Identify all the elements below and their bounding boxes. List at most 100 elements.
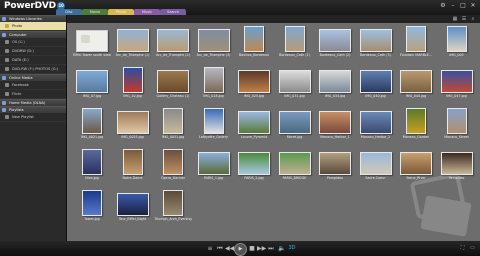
photo-item[interactable]: PARIS_BRIDGE — [275, 149, 315, 185]
photo-thumbnail[interactable] — [113, 67, 153, 93]
rewind-icon[interactable]: ◀◀ — [225, 243, 234, 254]
sidebar-item[interactable]: Facebook — [0, 81, 66, 90]
volume-icon[interactable]: 🔈 — [278, 243, 286, 254]
photo-thumbnail[interactable] — [234, 149, 274, 175]
photo-thumbnail[interactable] — [396, 26, 436, 52]
photo-thumbnail[interactable] — [113, 26, 153, 52]
settings-icon[interactable]: ⚙ — [439, 2, 447, 10]
thumbnail-view-icon[interactable]: ▦ — [452, 16, 458, 22]
photo-thumbnail[interactable] — [275, 26, 315, 52]
photo-item[interactable]: Monaco_Garden — [396, 108, 436, 144]
photo-thumbnail[interactable] — [113, 108, 153, 134]
photo-item[interactable]: Opera_Garnier — [153, 149, 193, 185]
photo-thumbnail[interactable] — [194, 67, 234, 93]
sidebar-item[interactable]: OS (C:) — [0, 38, 66, 47]
photo-item[interactable]: Monaco_Harbor_1 — [315, 108, 355, 144]
photo-item[interactable]: Bordeaux_Cath (1) — [275, 26, 315, 62]
photo-item[interactable]: Lafayette_Gallery — [194, 108, 234, 144]
photo-item[interactable]: Bordeaux_Cath (2) — [315, 26, 355, 62]
photo-thumbnail[interactable] — [437, 108, 477, 134]
photo-item[interactable]: IMG_044.jpg — [396, 67, 436, 103]
photo-thumbnail[interactable] — [275, 108, 315, 134]
photo-item[interactable]: PARIS_2.jpg — [234, 149, 274, 185]
photo-thumbnail[interactable] — [153, 26, 193, 52]
fullscreen-icon[interactable]: ⛶ — [459, 245, 466, 252]
list-view-icon[interactable]: ☰ — [461, 16, 467, 22]
sidebar-item[interactable]: Flickr — [0, 90, 66, 99]
sidebar-item[interactable]: New Playlist — [0, 113, 66, 122]
forward-icon[interactable]: ▶▶ — [257, 243, 266, 254]
photo-thumbnail[interactable] — [315, 67, 355, 93]
close-icon[interactable]: ✕ — [469, 2, 477, 10]
photo-item[interactable]: Pompidou — [315, 149, 355, 185]
photo-thumbnail[interactable] — [315, 26, 355, 52]
photo-item[interactable]: IMG_031.jpg — [275, 67, 315, 103]
stop-icon[interactable]: ■ — [248, 243, 256, 254]
photo-thumbnail[interactable] — [113, 190, 153, 216]
sidebar-item[interactable]: DATA (E:) — [0, 56, 66, 65]
photo-item[interactable]: IMG_034.jpg — [315, 67, 355, 103]
photo-thumbnail[interactable] — [153, 67, 193, 93]
photo-thumbnail[interactable] — [234, 67, 274, 93]
photo-thumbnail[interactable] — [194, 149, 234, 175]
3d-icon[interactable]: 3D — [288, 243, 296, 254]
photo-thumbnail[interactable] — [72, 108, 112, 134]
photo-item[interactable]: IMG_003 — [437, 26, 477, 62]
photo-item[interactable]: Basilica_Bordeaux — [234, 26, 274, 62]
photo-item[interactable]: Triumph_Arch_Evening — [153, 190, 193, 226]
photo-thumbnail[interactable] — [72, 67, 112, 93]
photo-thumbnail[interactable] — [72, 26, 112, 52]
sidebar-section[interactable]: Home Media (DLNA) — [0, 99, 66, 106]
photo-item[interactable]: Louvre_Pyramid — [234, 108, 274, 144]
search-icon[interactable]: ⌕ — [470, 16, 476, 22]
photo-thumbnail[interactable] — [356, 67, 396, 93]
photo-item[interactable]: Tower.jpg — [72, 190, 112, 226]
photo-item[interactable]: PARIS_1.jpg — [194, 149, 234, 185]
photo-thumbnail[interactable] — [437, 26, 477, 52]
photo-item[interactable]: IMG_025.jpg — [234, 67, 274, 103]
photo-item[interactable]: IMG_07.jpg — [72, 67, 112, 103]
sidebar-section[interactable]: Computer — [0, 31, 66, 38]
photo-item[interactable]: IMG_0021.jpg — [72, 108, 112, 144]
photo-item[interactable]: Gallery_Chateau (1) — [153, 67, 193, 103]
photo-item[interactable]: Arc_de_Triomphe (2) — [153, 26, 193, 62]
photo-item[interactable]: Sacre-Coeur — [356, 149, 396, 185]
photo-thumbnail[interactable] — [396, 149, 436, 175]
photo-item[interactable]: IMG_047.jpg — [437, 67, 477, 103]
photo-item[interactable]: Arc_de_Triomphe (3) — [194, 26, 234, 62]
photo-thumbnail[interactable] — [72, 190, 112, 216]
sidebar-item[interactable]: DVD-RW (F:) PHOTOS (G:) — [0, 65, 66, 74]
sidebar-item[interactable]: Photo — [0, 22, 66, 31]
play-icon[interactable]: ▶ — [234, 243, 247, 256]
prev-icon[interactable]: ⏮ — [216, 243, 224, 254]
photo-item[interactable]: Eiffel Tower south view — [72, 26, 112, 62]
next-icon[interactable]: ⏭ — [267, 243, 275, 254]
photo-item[interactable]: Monaco_Harbor_2 — [356, 108, 396, 144]
playlist-icon[interactable]: ≡ — [206, 243, 214, 254]
photo-thumbnail[interactable] — [356, 149, 396, 175]
photo-thumbnail[interactable] — [356, 108, 396, 134]
photo-item[interactable]: IMG_10.jpg — [113, 67, 153, 103]
photo-item[interactable]: Tour_Eiffel_Night — [113, 190, 153, 226]
photo-item[interactable]: Nice.jpg — [72, 149, 112, 185]
photo-thumbnail[interactable] — [396, 108, 436, 134]
photo-thumbnail[interactable] — [315, 149, 355, 175]
photo-thumbnail[interactable] — [437, 149, 477, 175]
photo-item[interactable]: Fountain MARBLE... — [396, 26, 436, 62]
maximize-icon[interactable]: □ — [459, 2, 467, 10]
photo-item[interactable]: Monaco_Street — [437, 108, 477, 144]
minimize-icon[interactable]: – — [449, 2, 457, 10]
photo-item[interactable]: Notre-Dame — [113, 149, 153, 185]
photo-thumbnail[interactable] — [194, 108, 234, 134]
sidebar-section[interactable]: Online Media — [0, 74, 66, 81]
photo-item[interactable]: Seine_River — [396, 149, 436, 185]
photo-thumbnail[interactable] — [234, 26, 274, 52]
photo-thumbnail[interactable] — [396, 67, 436, 93]
photo-thumbnail[interactable] — [153, 190, 193, 216]
photo-item[interactable]: IMG_040.jpg — [356, 67, 396, 103]
photo-thumbnail[interactable] — [234, 108, 274, 134]
photo-item[interactable]: IMG_0025.jpg — [113, 108, 153, 144]
photo-thumbnail[interactable] — [275, 67, 315, 93]
photo-item[interactable]: IMG_0031.jpg — [153, 108, 193, 144]
photo-item[interactable]: Arc_de_Triomphe (1) — [113, 26, 153, 62]
